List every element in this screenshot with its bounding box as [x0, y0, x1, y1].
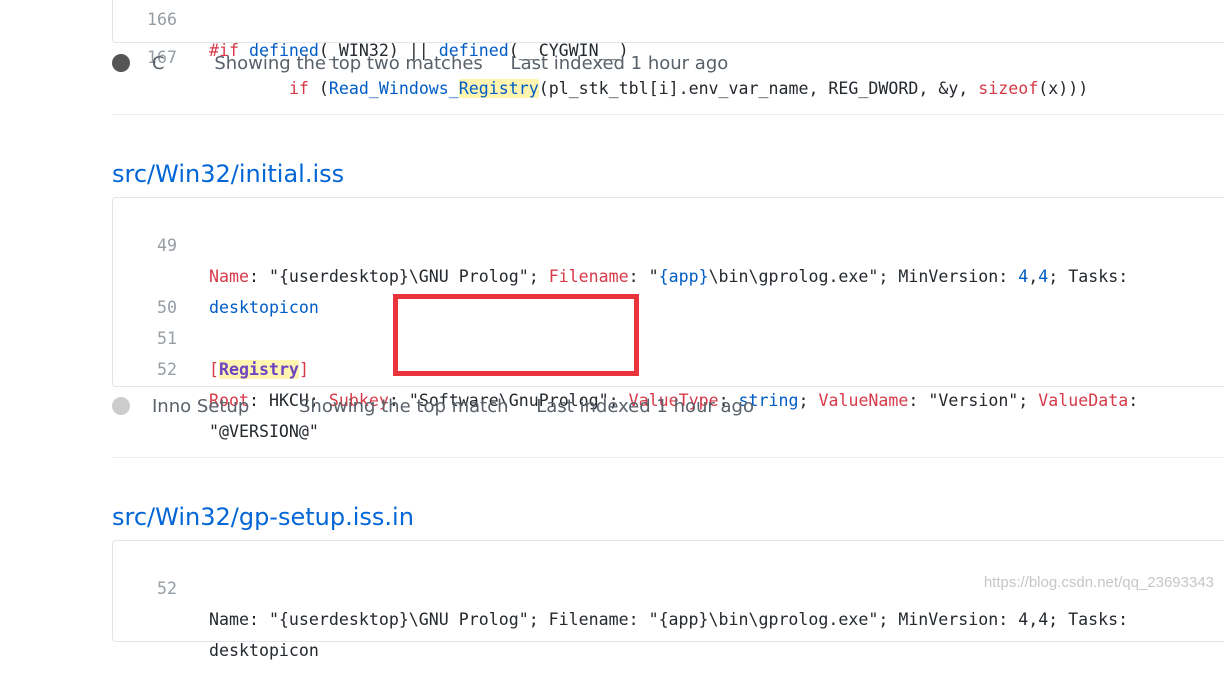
file-path-link[interactable]: src/Win32/initial.iss	[112, 160, 344, 188]
code-line: 52 Root: HKCU; Subkey: "Software\GnuProl…	[113, 323, 1224, 410]
code-line: "@VERSION@"	[113, 354, 1224, 441]
annotation-highlight-box	[393, 294, 639, 376]
indexed-time: Last indexed 1 hour ago	[510, 53, 729, 74]
match-info: Showing the top two matches	[214, 53, 483, 74]
code-line: desktopicon	[113, 230, 1224, 317]
code-text: "@VERSION@"	[209, 422, 319, 441]
code-snippet-result-1: 166 #if defined(_WIN32) || defined(__CYG…	[112, 0, 1224, 98]
code-line: 52 Name: "{userdesktop}\GNU Prolog"; Fil…	[113, 542, 1224, 629]
code-snippet-result-3: 52 Name: "{userdesktop}\GNU Prolog"; Fil…	[112, 540, 1224, 660]
language-label: Inno Setup	[112, 396, 271, 417]
language-color-dot	[112, 397, 130, 415]
language-label: C	[112, 53, 187, 74]
code-text: desktopicon	[209, 641, 319, 660]
watermark: https://blog.csdn.net/qq_23693343	[983, 574, 1214, 591]
code-text: if (Read_Windows_Registry(pl_stk_tbl[i].…	[288, 79, 1089, 98]
code-line: 167 if (Read_Windows_Registry(pl_stk_tbl…	[113, 11, 1224, 98]
divider	[112, 114, 1224, 115]
code-line: 166 #if defined(_WIN32) || defined(__CYG…	[113, 0, 1224, 60]
file-path-link[interactable]: src/Win32/gp-setup.iss.in	[112, 503, 414, 531]
indexed-time: Last indexed 1 hour ago	[536, 396, 754, 417]
code-line: 50	[113, 261, 1224, 317]
match-info: Showing the top match	[299, 396, 509, 417]
result-meta-1: C Showing the top two matches Last index…	[112, 52, 750, 76]
code-text: Name: "{userdesktop}\GNU Prolog"; Filena…	[209, 610, 1129, 629]
code-snippet-result-2: 49 Name: "{userdesktop}\GNU Prolog"; Fil…	[112, 197, 1224, 441]
language-color-dot	[112, 54, 130, 72]
code-line: 49 Name: "{userdesktop}\GNU Prolog"; Fil…	[113, 199, 1224, 286]
divider	[112, 457, 1224, 458]
code-line: 51 [Registry]	[113, 292, 1224, 379]
result-meta-2: Inno Setup Showing the top match Last in…	[112, 395, 776, 419]
